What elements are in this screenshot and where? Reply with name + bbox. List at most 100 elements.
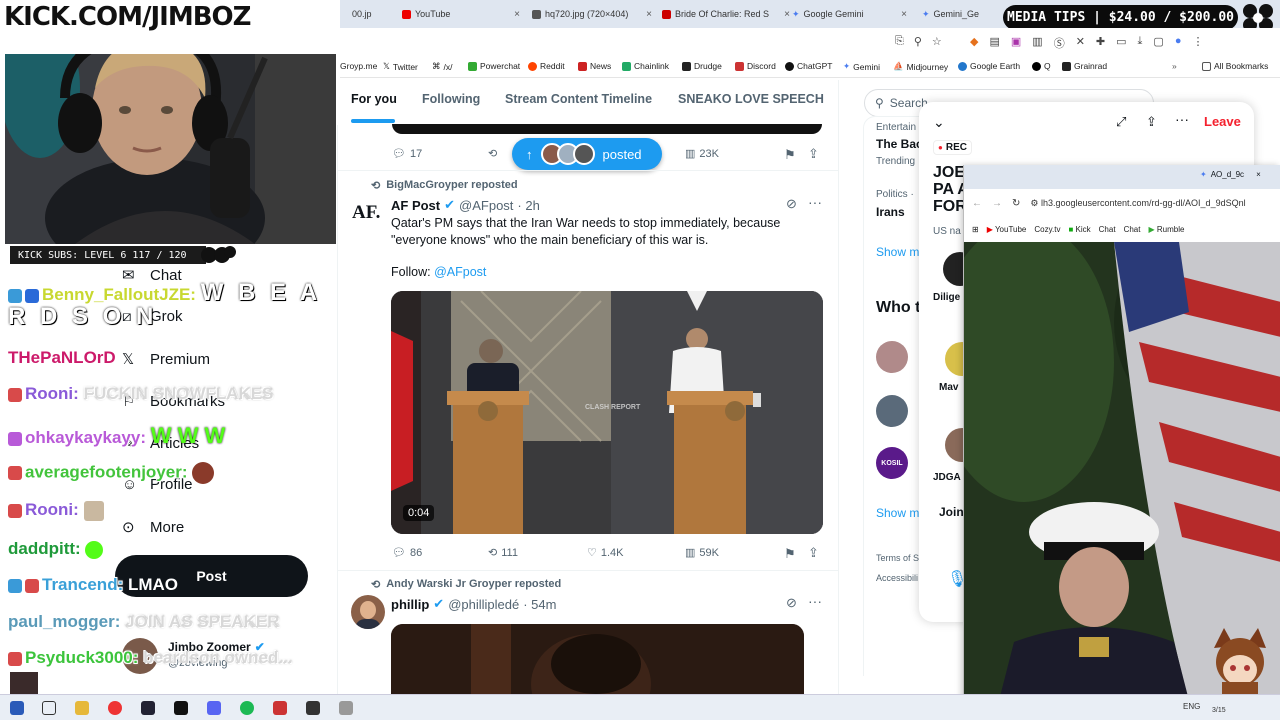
collapse-icon[interactable]: ⌄ <box>933 114 945 131</box>
app-icon[interactable] <box>339 701 353 715</box>
show-more-link[interactable]: Show m <box>876 245 919 259</box>
trend-title[interactable]: The Bac <box>876 137 923 151</box>
install-icon[interactable]: ⎘ <box>895 35 904 48</box>
show-more-link[interactable]: Show m <box>876 506 919 520</box>
leave-button[interactable]: Leave <box>1204 114 1241 129</box>
extension-icon[interactable]: ▥ <box>1032 35 1042 51</box>
views-button[interactable]: ▥ 23K <box>685 147 719 161</box>
steam-icon[interactable] <box>141 701 155 715</box>
terminal-icon[interactable] <box>174 701 188 715</box>
bookmark-cozy[interactable]: Cozy.tv <box>1034 225 1060 234</box>
bookmark-google-earth[interactable]: Google Earth <box>958 61 1020 71</box>
bookmarks-overflow[interactable]: » <box>1172 61 1177 71</box>
close-tab-icon[interactable]: × <box>1256 170 1261 179</box>
accessibility-link[interactable]: Accessibili <box>876 573 918 583</box>
views-button[interactable]: ▥ 59K <box>685 546 719 560</box>
bookmark-chainlink[interactable]: Chainlink <box>622 61 669 71</box>
tab-following[interactable]: Following <box>422 92 480 106</box>
sidebar-icon[interactable]: ▭ <box>1116 35 1126 51</box>
grok-icon[interactable]: ⊘ <box>786 196 797 212</box>
obs-icon[interactable] <box>306 701 320 715</box>
bookmark-q[interactable]: Q <box>1032 61 1051 71</box>
popup-tab[interactable]: ✦ AO_d_9c × <box>1200 170 1261 179</box>
x-icon[interactable]: ✕ <box>1076 35 1085 51</box>
bookmark-button[interactable]: ⚑ <box>784 147 796 163</box>
close-tab-icon[interactable]: × <box>784 9 790 20</box>
bookmark-gemini[interactable]: ✦ Gemini <box>843 61 880 72</box>
more-icon[interactable]: ··· <box>808 194 822 210</box>
mention-link[interactable]: @AFpost <box>434 265 486 279</box>
tab-bride-of-charlie[interactable]: Bride Of Charlie: Red S × <box>662 5 790 23</box>
share-icon[interactable]: ⇪ <box>1146 114 1157 130</box>
tweet-video[interactable]: CLASH REPORT 0:04 <box>391 291 823 534</box>
new-posts-pill[interactable]: ↑ posted <box>512 138 662 170</box>
avatar[interactable] <box>876 395 908 427</box>
metamask-icon[interactable]: ◆ <box>970 35 978 51</box>
bookmark-kick[interactable]: ■ Kick <box>1068 225 1090 234</box>
extension-icon[interactable]: ▤ <box>989 35 999 51</box>
forward-icon[interactable]: → <box>992 198 1002 209</box>
tab-for-you[interactable]: For you <box>351 92 397 106</box>
terms-link[interactable]: Terms of S <box>876 553 919 563</box>
tab-0[interactable]: 00.jp <box>352 5 392 23</box>
like-button[interactable]: ♡ 1.4K <box>587 546 624 560</box>
tab-sneako-love-speech[interactable]: SNEAKO LOVE SPEECH <box>678 92 824 106</box>
bookmark-discord[interactable]: Discord <box>735 61 776 71</box>
trend-title[interactable]: Irans <box>876 205 905 219</box>
sidebar-item-more[interactable]: ⊙ More <box>122 518 184 537</box>
bookmark-reddit[interactable]: Reddit <box>528 61 565 71</box>
bookmark-youtube[interactable]: ▶ YouTube <box>987 225 1027 234</box>
task-view-icon[interactable] <box>42 701 56 715</box>
grok-icon[interactable]: ⊘ <box>786 595 797 611</box>
share-button[interactable]: ⇪ <box>808 545 819 561</box>
app-icon[interactable] <box>273 701 287 715</box>
more-icon[interactable]: ··· <box>1175 111 1189 127</box>
puzzle-icon[interactable]: ✚ <box>1096 35 1105 51</box>
avatar[interactable] <box>876 341 908 373</box>
tab-google-gemini[interactable]: ✦ Google Gemini × <box>792 5 907 23</box>
bookmark-drudge[interactable]: Drudge <box>682 61 722 71</box>
close-tab-icon[interactable]: × <box>514 9 520 20</box>
tab-youtube[interactable]: YouTube × <box>402 5 520 23</box>
reload-icon[interactable]: ↻ <box>1012 198 1020 209</box>
extension-icon[interactable]: ▣ <box>1011 35 1021 51</box>
share-button[interactable]: ⇪ <box>808 146 819 162</box>
language-indicator[interactable]: ENG <box>1183 702 1200 711</box>
download-icon[interactable]: ⤓ <box>1138 35 1143 51</box>
avatar[interactable]: AF. <box>352 197 384 229</box>
author-handle[interactable]: @phillipledé <box>448 597 519 612</box>
bookmark-midjourney[interactable]: ⛵ Midjourney <box>893 61 948 72</box>
repost-button[interactable]: ⟲ <box>488 147 497 160</box>
star-icon[interactable]: ☆ <box>932 35 942 48</box>
close-tab-icon[interactable]: × <box>901 9 907 20</box>
bookmark-twitter[interactable]: 𝕏 Twitter <box>383 61 418 72</box>
bookmark-x-board[interactable]: ⌘/x/ <box>432 61 452 72</box>
tab-gemini-ge[interactable]: ✦ Gemini_Ge <box>922 5 1002 23</box>
reply-button[interactable]: 💬︎ 17 <box>392 147 422 161</box>
file-explorer-icon[interactable] <box>75 701 89 715</box>
apps-icon[interactable]: ⊞ <box>972 225 979 234</box>
spotify-icon[interactable] <box>240 701 254 715</box>
bookmark-button[interactable]: ⚑ <box>784 546 796 562</box>
back-icon[interactable]: ← <box>972 198 982 209</box>
tab-hq720[interactable]: hq720.jpg (720×404) × <box>532 5 652 23</box>
avatar[interactable] <box>351 595 385 629</box>
zoom-icon[interactable]: ⚲ <box>914 35 922 48</box>
more-icon[interactable]: ··· <box>808 593 822 609</box>
menu-icon[interactable]: ⋮ <box>1192 35 1203 51</box>
bookmark-rumble[interactable]: ▶ Rumble <box>1148 225 1184 234</box>
tab-stream-content-timeline[interactable]: Stream Content Timeline <box>505 92 652 106</box>
author-handle[interactable]: @AFpost <box>459 198 513 213</box>
bookmark-groyp[interactable]: Groyp.me <box>340 61 377 71</box>
reply-button[interactable]: 💬︎ 86 <box>392 546 422 560</box>
profile-icon[interactable]: ● <box>1175 35 1182 51</box>
sidebar-item-premium[interactable]: 𝕏 Premium <box>122 350 210 369</box>
bookmark-chat[interactable]: Chat <box>1124 225 1141 234</box>
close-tab-icon[interactable]: × <box>646 9 652 20</box>
all-bookmarks[interactable]: All Bookmarks <box>1202 61 1268 71</box>
repost-button[interactable]: ⟲ 111 <box>488 546 518 560</box>
author-name[interactable]: phillip <box>391 597 429 612</box>
bookmark-powerchat[interactable]: Powerchat <box>468 61 520 71</box>
extension-icon[interactable]: Ⓢ <box>1054 35 1065 51</box>
bookmark-chatgpt[interactable]: ChatGPT <box>785 61 832 71</box>
